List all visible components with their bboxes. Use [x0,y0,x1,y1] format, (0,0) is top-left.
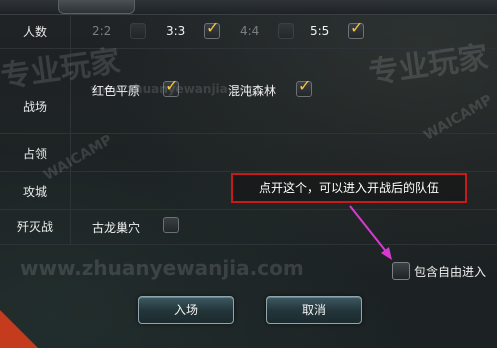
annotation-arrow-icon [349,205,392,260]
corner-accent [0,310,38,348]
include-free-join-checkbox[interactable] [392,262,410,280]
enter-button[interactable]: 入场 [138,296,234,324]
include-free-join-label: 包含自由进入 [414,265,487,279]
cancel-button[interactable]: 取消 [266,296,362,324]
